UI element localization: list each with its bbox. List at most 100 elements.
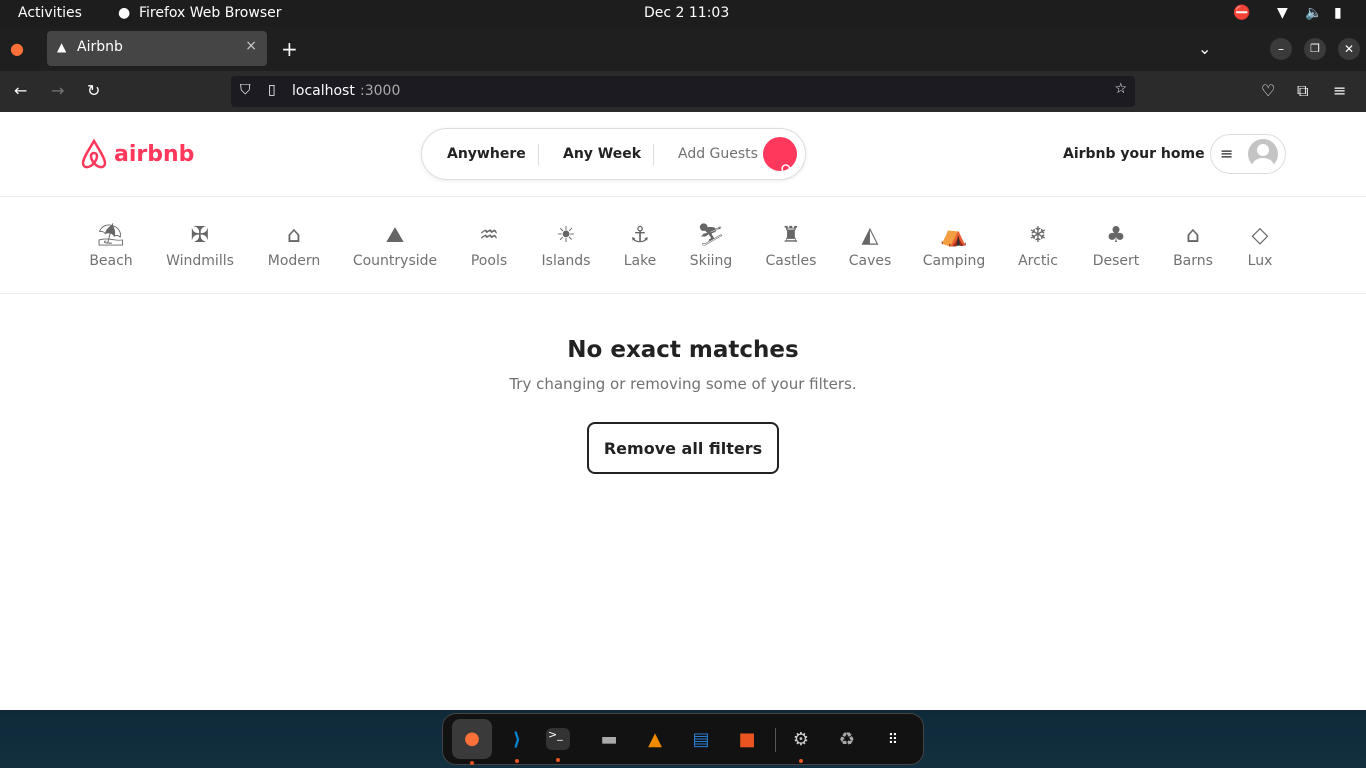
airbnb-logo[interactable]: airbnb [80,138,194,170]
category-label: Pools [470,253,508,269]
system-top-bar: Activities ● Firefox Web Browser Dec 2 1… [0,0,1366,27]
category-camping[interactable]: ⛺ Camping [923,223,986,269]
url-bar[interactable]: ⛉ ▯ localhost :3000 ☆ [231,76,1135,107]
category-bar: ⛱ Beach ✠ Windmills ⌂ Modern ⛰ Countryside ♒ Pool… [0,197,1366,294]
category-label: Caves [848,253,892,269]
category-label: Castles [765,253,817,269]
search-button[interactable]: ⚲ [763,137,797,180]
do-not-disturb-icon[interactable]: ⛔ [1233,5,1250,21]
active-app-name[interactable]: Firefox Web Browser [139,5,282,21]
logo-text: airbnb [114,141,195,167]
dock-files-icon[interactable]: ▬ [592,723,626,757]
divider [653,144,654,166]
category-label: Islands [541,253,591,269]
clock[interactable]: Dec 2 11:03 [644,5,729,21]
category-arctic[interactable]: ❄ Arctic [1018,223,1058,269]
search-add-guests[interactable]: Add Guests [678,146,758,162]
avatar [1248,139,1278,169]
activities-button[interactable]: Activities [18,5,82,21]
dock-vscode-icon[interactable]: ⟩ [500,723,534,763]
volume-icon[interactable]: 🔈 [1305,5,1322,21]
arctic-icon: ❄ [1028,223,1048,248]
search-bar[interactable]: Anywhere Any Week Add Guests ⚲ [421,128,806,180]
page-icon[interactable]: ▯ [268,82,276,98]
pools-icon: ♒ [479,223,499,248]
tab-bar: ● ▲ Airbnb × + ⌄ – ❐ ✕ [0,27,1366,71]
app-menu-icon[interactable]: ≡ [1333,81,1346,100]
dock-app-grid-icon[interactable]: ⠿ [876,723,910,757]
remove-all-filters-button[interactable]: Remove all filters [587,422,779,474]
dock-software-icon[interactable]: ■ [730,723,764,757]
beach-icon: ⛱ [97,223,125,248]
extensions-icon[interactable]: ⧉ [1297,81,1308,101]
category-lake[interactable]: ⚓ Lake [624,223,657,269]
countryside-icon: ⛰ [385,223,405,248]
tab-title: Airbnb [77,39,123,55]
category-label: Lake [623,253,657,269]
empty-title: No exact matches [567,337,799,363]
category-lux[interactable]: ◇ Lux [1248,223,1273,269]
lake-icon: ⚓ [630,223,650,248]
search-icon: ⚲ [780,161,792,180]
battery-icon[interactable]: ▮ [1334,5,1342,21]
windmills-icon: ✠ [190,223,210,248]
list-tabs-chevron-down-icon[interactable]: ⌄ [1198,39,1211,58]
wifi-icon[interactable]: ▼ [1277,5,1288,21]
close-window-icon[interactable]: ✕ [1338,38,1360,60]
dock-writer-icon[interactable]: ▤ [684,723,718,757]
search-any-week[interactable]: Any Week [563,146,641,162]
category-label: Desert [1092,253,1140,269]
reload-icon[interactable]: ↻ [87,81,100,100]
category-skiing[interactable]: ⛷ Skiing [690,223,733,269]
shield-icon[interactable]: ⛉ [240,82,251,98]
dock-vlc-icon[interactable]: ▲ [638,723,672,757]
pocket-icon[interactable]: ♡ [1261,81,1275,100]
user-menu-button[interactable]: ≡ [1210,134,1286,174]
site-header: airbnb Anywhere Any Week Add Guests ⚲ Ai… [0,112,1366,197]
category-beach[interactable]: ⛱ Beach [89,223,132,269]
lux-icon: ◇ [1251,223,1269,248]
bookmark-star-icon[interactable]: ☆ [1114,81,1127,97]
dock-settings-icon[interactable]: ⚙ [784,723,818,763]
url-host: localhost [292,83,355,99]
category-label: Lux [1247,253,1273,269]
tab-favicon-icon: ▲ [57,40,67,54]
category-label: Countryside [352,253,438,269]
airbnb-logo-icon [81,138,107,169]
category-countryside[interactable]: ⛰ Countryside [353,223,437,269]
minimize-icon[interactable]: – [1270,38,1292,60]
category-desert[interactable]: ♣ Desert [1093,223,1140,269]
restore-icon[interactable]: ❐ [1304,38,1326,60]
dock: ● ⟩ >_ ▬ ▲ ▤ ■ ⚙ ♻ ⠿ [442,713,924,765]
navigation-toolbar: ← → ↻ ⛉ ▯ localhost :3000 ☆ ♡ ⧉ ≡ [0,71,1366,112]
empty-state: No exact matches Try changing or removin… [0,337,1366,393]
airbnb-page: airbnb Anywhere Any Week Add Guests ⚲ Ai… [0,112,1366,710]
category-pools[interactable]: ♒ Pools [471,223,507,269]
forward-icon[interactable]: → [51,81,64,100]
search-anywhere[interactable]: Anywhere [447,146,526,162]
category-castles[interactable]: ♜ Castles [766,223,817,269]
category-label: Skiing [689,253,733,269]
caves-icon: ◭ [861,223,879,248]
category-caves[interactable]: ◭ Caves [849,223,892,269]
divider [538,144,539,166]
category-islands[interactable]: ☀ Islands [542,223,591,269]
back-icon[interactable]: ← [14,81,27,100]
modern-icon: ⌂ [287,223,301,248]
airbnb-your-home-link[interactable]: Airbnb your home [1063,146,1205,162]
category-label: Beach [89,253,133,269]
close-tab-icon[interactable]: × [245,38,257,54]
dock-firefox-icon[interactable]: ● [452,719,492,765]
dock-separator [775,728,776,752]
tab-airbnb[interactable]: ▲ Airbnb × [47,31,267,66]
category-modern[interactable]: ⌂ Modern [268,223,321,269]
hamburger-icon: ≡ [1220,144,1234,163]
barns-icon: ⌂ [1186,223,1200,248]
url-port: :3000 [360,83,401,99]
new-tab-icon[interactable]: + [281,37,298,61]
dock-trash-icon[interactable]: ♻ [830,723,864,757]
dock-terminal-icon[interactable]: >_ [546,728,570,762]
firefox-menu-icon[interactable]: ● [10,39,24,58]
category-windmills[interactable]: ✠ Windmills [166,223,234,269]
category-barns[interactable]: ⌂ Barns [1173,223,1213,269]
